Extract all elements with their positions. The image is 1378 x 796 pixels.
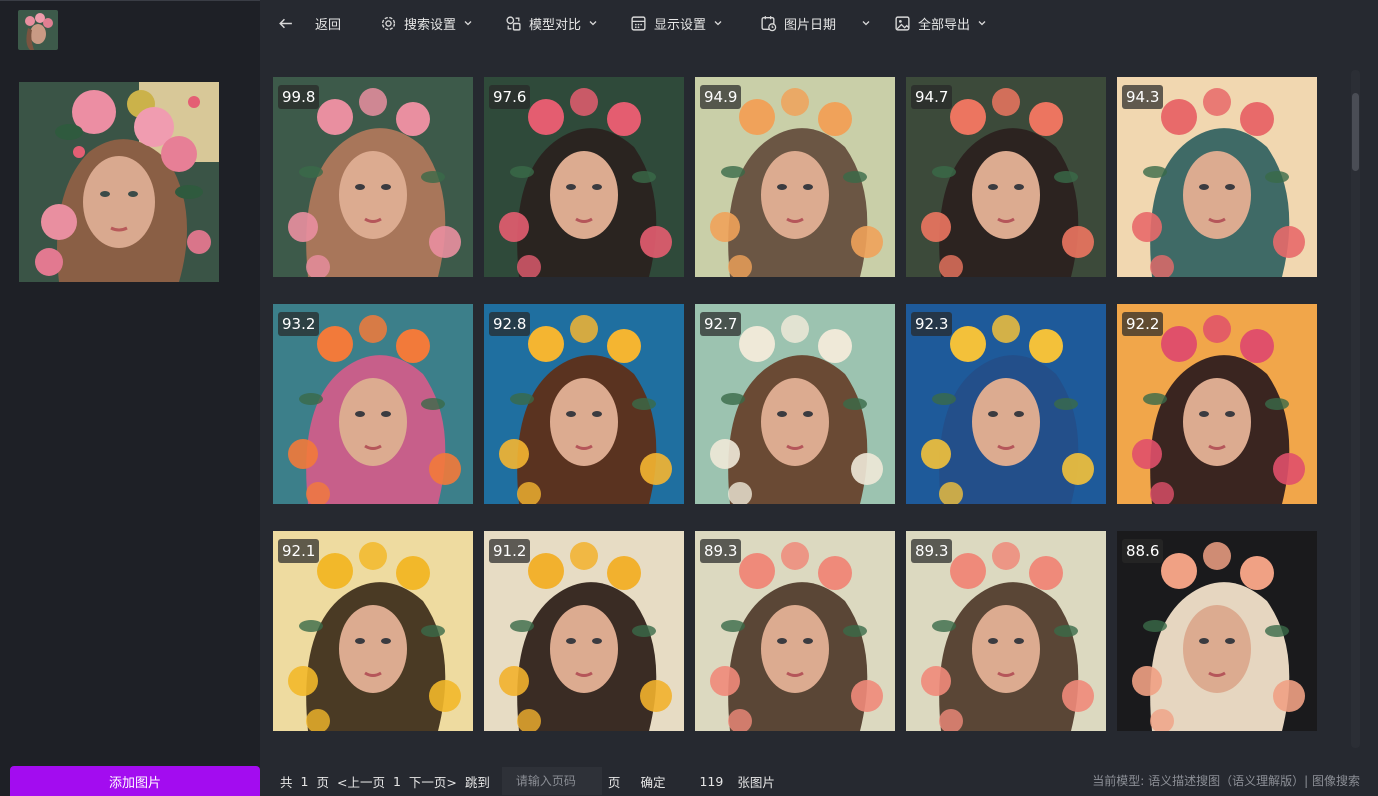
total-pages: 1 — [300, 773, 309, 789]
similarity-score-badge: 92.7 — [700, 312, 742, 336]
export-all-menu[interactable]: 全部导出 — [894, 12, 987, 34]
similarity-score-badge: 91.2 — [489, 539, 531, 563]
page-suffix: 页 — [316, 774, 329, 790]
result-image-card[interactable]: 89.3 — [695, 531, 895, 731]
jump-label: 跳到 — [464, 774, 490, 790]
back-button[interactable]: 返回 — [277, 12, 341, 34]
next-page-link[interactable]: 下一页> — [409, 772, 457, 791]
compare-icon — [506, 15, 521, 31]
back-label: 返回 — [315, 17, 342, 33]
search-settings-label: 搜索设置 — [404, 17, 457, 33]
arrow-left-icon — [279, 18, 292, 28]
toolbar: 返回 搜索设置 模型对比 显示设置 图片日期 全部导出 — [260, 0, 1378, 46]
jump-suffix: 页 — [607, 774, 621, 790]
confirm-button[interactable]: 确定 — [640, 772, 665, 791]
model-compare-label: 模型对比 — [529, 17, 582, 33]
add-image-button[interactable]: 添加图片 — [10, 766, 260, 796]
chevron-down-icon — [862, 21, 870, 26]
query-image-thumbnail[interactable] — [18, 10, 58, 50]
similarity-score-badge: 92.1 — [278, 539, 320, 563]
result-image-card[interactable]: 92.1 — [273, 531, 473, 731]
result-image-card[interactable]: 94.3 — [1117, 77, 1317, 277]
image-export-icon — [895, 15, 910, 31]
similarity-score-badge: 93.2 — [278, 312, 320, 336]
image-date-label: 图片日期 — [784, 17, 837, 33]
chevron-down-icon — [978, 21, 986, 26]
search-settings-menu[interactable]: 搜索设置 — [380, 12, 473, 34]
page-number-input[interactable] — [501, 767, 602, 795]
current-model-info: 当前模型: 语义描述搜图（语义理解版）| 图像搜索 — [1092, 774, 1360, 788]
result-image-card[interactable]: 92.7 — [695, 304, 895, 504]
similarity-score-badge: 89.3 — [700, 539, 742, 563]
similarity-score-badge: 94.3 — [1122, 85, 1164, 109]
chevron-down-icon — [714, 21, 722, 26]
result-image-card[interactable]: 88.6 — [1117, 531, 1317, 731]
result-image-card[interactable]: 93.2 — [273, 304, 473, 504]
result-image-card[interactable]: 91.2 — [484, 531, 684, 731]
similarity-score-badge: 92.8 — [489, 312, 531, 336]
image-count-suffix: 张图片 — [737, 774, 775, 790]
model-compare-menu[interactable]: 模型对比 — [505, 12, 598, 34]
grid-calendar-icon — [631, 15, 646, 31]
results-grid: 99.8 97.6 94.9 94.7 94.3 93.2 92.8 92.7 92.3 92.2… — [273, 77, 1318, 732]
total-prefix: 共 — [280, 774, 293, 790]
scrollbar-thumb[interactable] — [1352, 93, 1359, 171]
gear-icon — [381, 16, 396, 30]
display-settings-label: 显示设置 — [654, 17, 707, 33]
image-count: 119 — [699, 773, 724, 789]
image-date-menu[interactable]: 图片日期 — [760, 12, 871, 34]
result-image-card[interactable]: 99.8 — [273, 77, 473, 277]
calendar-clock-icon — [761, 15, 777, 31]
sidebar: 添加图片 — [0, 0, 260, 796]
chevron-down-icon — [589, 21, 597, 26]
query-image-preview — [19, 82, 219, 282]
similarity-score-badge: 99.8 — [278, 85, 320, 109]
result-image-card[interactable]: 92.2 — [1117, 304, 1317, 504]
display-settings-menu[interactable]: 显示设置 — [630, 12, 723, 34]
similarity-score-badge: 92.2 — [1122, 312, 1164, 336]
similarity-score-badge: 94.9 — [700, 85, 742, 109]
prev-page-link[interactable]: <上一页 — [337, 772, 385, 791]
current-page: 1 — [392, 773, 401, 789]
result-image-card[interactable]: 89.3 — [906, 531, 1106, 731]
similarity-score-badge: 89.3 — [911, 539, 953, 563]
result-image-card[interactable]: 94.7 — [906, 77, 1106, 277]
similarity-score-badge: 94.7 — [911, 85, 953, 109]
similarity-score-badge: 88.6 — [1122, 539, 1164, 563]
similarity-score-badge: 92.3 — [911, 312, 953, 336]
chevron-down-icon — [464, 21, 472, 26]
result-image-card[interactable]: 97.6 — [484, 77, 684, 277]
scrollbar-track[interactable] — [1351, 70, 1360, 748]
result-image-card[interactable]: 92.3 — [906, 304, 1106, 504]
result-image-card[interactable]: 94.9 — [695, 77, 895, 277]
app-window: 添加图片 返回 搜索设置 模型对比 显示设置 图片日期 全部导出 99.8 97… — [0, 0, 1378, 796]
similarity-score-badge: 97.6 — [489, 85, 531, 109]
export-all-label: 全部导出 — [918, 17, 971, 33]
pagination: 共 1 页 <上一页 1 下一页> 跳到 页 确定 119 张图片 — [280, 766, 783, 796]
result-image-card[interactable]: 92.8 — [484, 304, 684, 504]
sidebar-divider — [0, 0, 260, 1]
